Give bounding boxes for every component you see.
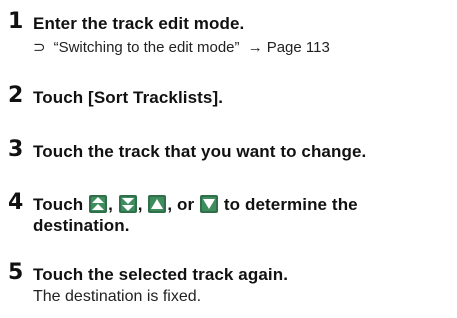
step-result-note: The destination is fixed. bbox=[33, 288, 202, 305]
step-4: 4 Touch , , , or to determine the destin… bbox=[8, 191, 453, 237]
page-link[interactable]: Page 113 bbox=[267, 39, 330, 56]
cross-reference: ⊃ “Switching to the edit mode” → Page 113 bbox=[33, 39, 330, 57]
separator: , bbox=[108, 195, 113, 214]
step-1: 1 Enter the track edit mode. ⊃ “Switching… bbox=[8, 10, 453, 60]
step-text-part: Touch bbox=[33, 195, 84, 214]
move-up-icon bbox=[148, 195, 167, 213]
step-3: 3 Touch the track that you want to chang… bbox=[8, 138, 453, 164]
step-instruction: Touch the selected track again. bbox=[33, 265, 289, 284]
step-number: 3 bbox=[8, 137, 24, 162]
step-number: 5 bbox=[8, 260, 24, 285]
reference-arrow-icon: ⊃ bbox=[33, 39, 46, 56]
move-to-bottom-icon bbox=[118, 195, 137, 213]
step-instruction: Enter the track edit mode. bbox=[33, 14, 245, 33]
step-instruction: Touch the track that you want to change. bbox=[33, 142, 367, 161]
separator: , bbox=[137, 195, 143, 214]
step-5: 5 Touch the selected track again. The de… bbox=[8, 261, 453, 309]
reference-title: “Switching to the edit mode” bbox=[53, 39, 240, 56]
step-instruction: Touch [Sort Tracklists]. bbox=[33, 88, 224, 107]
step-text-part: destination. bbox=[33, 216, 130, 235]
separator: , or bbox=[167, 195, 195, 214]
step-text-part: to determine the bbox=[223, 195, 358, 214]
step-number: 1 bbox=[8, 9, 24, 34]
step-number: 4 bbox=[8, 190, 24, 215]
move-to-top-icon bbox=[89, 195, 108, 213]
move-down-icon bbox=[200, 195, 219, 213]
step-instruction: Touch , , , or to determine the destinat… bbox=[33, 194, 453, 236]
step-2: 2 Touch [Sort Tracklists]. bbox=[8, 84, 453, 110]
step-number: 2 bbox=[8, 83, 24, 108]
right-arrow-icon: → bbox=[247, 39, 263, 56]
